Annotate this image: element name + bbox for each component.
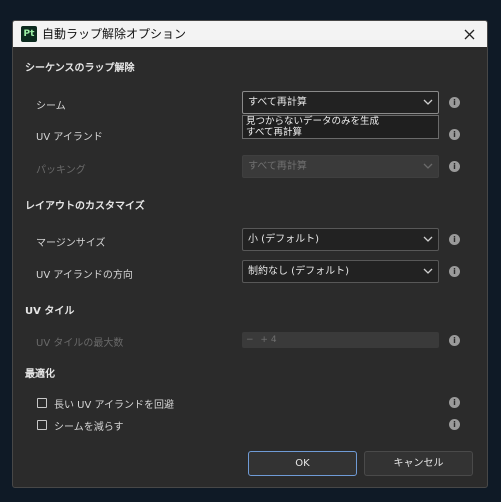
section-title-optimization: 最適化 — [25, 369, 55, 380]
seam-dropdown-list: 見つからないデータのみを生成 すべて再計算 — [242, 115, 439, 139]
margin-size-value: 小 (デフォルト) — [248, 234, 319, 245]
packing-select-value: すべて再計算 — [248, 161, 307, 172]
island-direction-select[interactable]: 制約なし (デフォルト) — [242, 260, 439, 283]
island-direction-value: 制約なし (デフォルト) — [248, 266, 349, 277]
info-icon[interactable]: i — [449, 266, 460, 277]
app-icon: Pt — [21, 26, 37, 42]
seam-select-value: すべて再計算 — [248, 97, 307, 108]
uv-island-label: UV アイランド — [36, 132, 103, 143]
ok-button[interactable]: OK — [248, 451, 357, 476]
seam-select[interactable]: すべて再計算 — [242, 91, 439, 114]
close-icon — [464, 29, 474, 39]
cancel-button[interactable]: キャンセル — [364, 451, 473, 476]
dropdown-option-recompute-all[interactable]: すべて再計算 — [243, 127, 438, 138]
info-icon[interactable]: i — [449, 397, 460, 408]
info-icon[interactable]: i — [449, 335, 460, 346]
island-direction-label: UV アイランドの方向 — [36, 270, 133, 281]
reduce-seams-checkbox[interactable] — [37, 420, 47, 430]
margin-size-select[interactable]: 小 (デフォルト) — [242, 228, 439, 251]
auto-unwrap-dialog: Pt 自動ラップ解除オプション シーケンスのラップ解除 シーム すべて再計算 i… — [12, 20, 488, 488]
max-tiles-stepper[interactable]: − + 4 — [242, 332, 439, 348]
packing-label: パッキング — [36, 165, 86, 176]
avoid-long-islands-label: 長い UV アイランドを回避 — [54, 400, 175, 411]
max-tiles-label: UV タイルの最大数 — [36, 338, 124, 349]
dropdown-option-generate-missing[interactable]: 見つからないデータのみを生成 — [243, 116, 438, 127]
margin-size-label: マージンサイズ — [36, 238, 106, 249]
info-icon[interactable]: i — [449, 161, 460, 172]
section-title-layout: レイアウトのカスタマイズ — [25, 201, 145, 212]
chevron-down-icon — [423, 99, 433, 105]
window-title: 自動ラップ解除オプション — [42, 27, 187, 41]
seam-label: シーム — [36, 101, 66, 112]
increment-button[interactable]: + — [260, 332, 268, 348]
info-icon[interactable]: i — [449, 419, 460, 430]
close-button[interactable] — [451, 21, 487, 47]
decrement-button[interactable]: − — [246, 332, 254, 348]
max-tiles-value: 4 — [270, 335, 277, 345]
packing-select[interactable]: すべて再計算 — [242, 155, 439, 178]
chevron-down-icon — [423, 236, 433, 242]
avoid-long-islands-checkbox[interactable] — [37, 398, 47, 408]
section-title-uv-tiles: UV タイル — [25, 306, 75, 317]
section-title-seams: シーケンスのラップ解除 — [25, 63, 135, 74]
chevron-down-icon — [423, 268, 433, 274]
info-icon[interactable]: i — [449, 234, 460, 245]
chevron-down-icon — [423, 163, 433, 169]
info-icon[interactable]: i — [449, 129, 460, 140]
reduce-seams-label: シームを減らす — [54, 422, 124, 433]
title-bar: Pt 自動ラップ解除オプション — [13, 21, 487, 47]
info-icon[interactable]: i — [449, 97, 460, 108]
